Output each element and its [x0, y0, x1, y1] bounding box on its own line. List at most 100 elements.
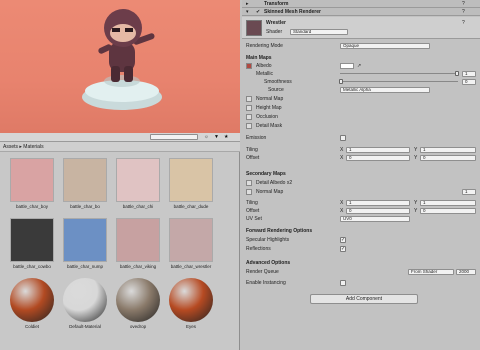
texture-preview [10, 218, 54, 262]
asset-tile[interactable]: battle_char_nump [61, 218, 109, 269]
normal-map2-scale-field[interactable]: 1 [462, 189, 476, 195]
offset-y-field[interactable]: 0 [420, 155, 476, 161]
asset-tile[interactable]: battle_char_chi [114, 158, 162, 209]
uv-set-dropdown[interactable]: UV0 [340, 216, 410, 222]
main-maps-row: Main Maps [242, 54, 480, 62]
assets-panel: ☼ ▼ ★ Assets ▸ Materials battle_char_boy… [0, 133, 240, 350]
metallic-value-field[interactable]: 1 [462, 71, 476, 77]
scene-view[interactable] [0, 0, 240, 133]
transform-icon: ▸ [246, 1, 249, 7]
asset-tile[interactable]: battle_char_bo [61, 158, 109, 209]
asset-tile[interactable]: Default-Material [61, 278, 109, 329]
metallic-label: Metallic [256, 71, 273, 77]
texture-preview [10, 158, 54, 202]
emission-checkbox[interactable] [340, 135, 346, 141]
asset-tile[interactable]: ovedrop [114, 278, 162, 329]
tiling-y-field[interactable]: 1 [420, 147, 476, 153]
emission-row: Emission [242, 134, 480, 142]
albedo-color-swatch[interactable] [340, 63, 354, 69]
add-component-button[interactable]: Add Component [310, 294, 418, 304]
emission-label: Emission [246, 135, 267, 141]
reflections-checkbox[interactable]: ✓ [340, 246, 346, 252]
texture-preview [169, 158, 213, 202]
uv-set-label: UV Set [246, 216, 262, 222]
skinned-mesh-header[interactable]: ▾ ✔ Skinned Mesh Renderer ? [242, 8, 480, 16]
normal-map2-row: Normal Map 1 [242, 188, 480, 196]
smoothness-slider-track[interactable] [340, 81, 458, 82]
asset-tile[interactable]: battle_char_cowbo [8, 218, 56, 269]
normal-map2-slot[interactable] [246, 189, 252, 195]
breadcrumb[interactable]: Assets ▸ Materials [0, 142, 240, 152]
material-header: Wrestler Shader Standard ? [242, 17, 480, 39]
offset-label: Offset [246, 155, 260, 161]
asset-tile[interactable]: Eyes [167, 278, 215, 329]
asset-tile[interactable]: battle_char_boy [8, 158, 56, 209]
normal-map2-label: Normal Map [256, 189, 284, 195]
detail-albedo-label: Detail Albedo x2 [256, 180, 293, 186]
tiling-x-field[interactable]: 1 [346, 147, 410, 153]
asset-tile-label: battle_char_bo [70, 204, 100, 209]
asset-tile-label: ovedrop [129, 324, 147, 329]
skinned-mesh-enabled-checkbox[interactable]: ✔ [256, 8, 260, 16]
albedo-texture-slot[interactable] [246, 63, 252, 69]
help-icon[interactable]: ? [462, 0, 465, 8]
rendering-mode-dropdown[interactable]: Opaque [340, 43, 430, 49]
offset2-x-label: X [340, 208, 344, 214]
asset-tile-label: battle_char_nump [66, 264, 104, 269]
shader-label: Shader [266, 29, 283, 35]
asset-grid: battle_char_boy battle_char_bo battle_char… [0, 152, 240, 350]
offset2-y-label: Y [414, 208, 418, 214]
offset2-y-field[interactable]: 0 [420, 208, 476, 214]
filter-icon[interactable]: ▼ [214, 134, 219, 140]
character-model [98, 9, 155, 87]
smoothness-value-field[interactable]: 0 [462, 79, 476, 85]
tiling2-y-field[interactable]: 1 [420, 200, 476, 206]
asset-tile[interactable]: battle_char_dude [167, 158, 215, 209]
detail-mask-label: Detail Mask [256, 123, 283, 129]
advanced-label: Advanced Options [246, 260, 291, 266]
metallic-slider-handle[interactable] [455, 71, 459, 76]
tiling2-x-field[interactable]: 1 [346, 200, 410, 206]
detail-mask-row: Detail Mask [242, 122, 480, 130]
normal-map-slot[interactable] [246, 96, 252, 102]
offset2-x-field[interactable]: 0 [346, 208, 410, 214]
asset-tile-label: battle_char_viking [119, 264, 157, 269]
transform-header[interactable]: ▸ Transform ? [242, 0, 480, 8]
shader-dropdown[interactable]: Standard [290, 29, 348, 35]
material-sphere-preview [116, 278, 160, 322]
height-map-slot[interactable] [246, 105, 252, 111]
detail-albedo-slot[interactable] [246, 180, 252, 186]
forward-options-label: Forward Rendering Options [246, 228, 313, 234]
asset-tile[interactable]: Coldiet [8, 278, 56, 329]
material-sphere-preview [169, 278, 213, 322]
source-dropdown[interactable]: Metallic Alpha [340, 87, 430, 93]
help-icon[interactable]: ? [462, 20, 465, 26]
help-icon[interactable]: ? [462, 8, 465, 16]
asset-tile[interactable]: battle_char_viking [114, 218, 162, 269]
height-map-label: Height Map [256, 105, 282, 111]
albedo-row: Albedo ↗ [242, 62, 480, 70]
source-row: Source Metallic Alpha [242, 86, 480, 94]
render-queue-mode-dropdown[interactable]: From Shader [408, 269, 454, 275]
instancing-checkbox[interactable] [340, 280, 346, 286]
detail-mask-slot[interactable] [246, 123, 252, 129]
smoothness-slider-handle[interactable] [339, 79, 343, 84]
render-queue-value-field[interactable]: 2000 [456, 269, 476, 275]
metallic-slider-track[interactable] [340, 73, 458, 74]
detail-albedo-row: Detail Albedo x2 [242, 179, 480, 187]
asset-search-input[interactable] [150, 134, 198, 140]
eyedropper-icon[interactable]: ↗ [357, 62, 361, 70]
tiling2-y-label: Y [414, 200, 418, 206]
asset-tile[interactable]: battle_char_wrestler [167, 218, 215, 269]
lock-icon[interactable]: ☼ [204, 134, 209, 140]
material-sphere-preview [63, 278, 107, 322]
reflections-row: Reflections ✓ [242, 245, 480, 253]
offset-x-field[interactable]: 0 [346, 155, 410, 161]
specular-checkbox[interactable]: ✓ [340, 237, 346, 243]
tiling-y-label: Y [414, 147, 418, 153]
rendering-mode-label: Rendering Mode [246, 43, 283, 49]
offset-row: Offset X 0 Y 0 [242, 154, 480, 162]
occlusion-slot[interactable] [246, 114, 252, 120]
asset-tile-label: battle_char_dude [173, 204, 209, 209]
star-icon[interactable]: ★ [224, 134, 228, 140]
